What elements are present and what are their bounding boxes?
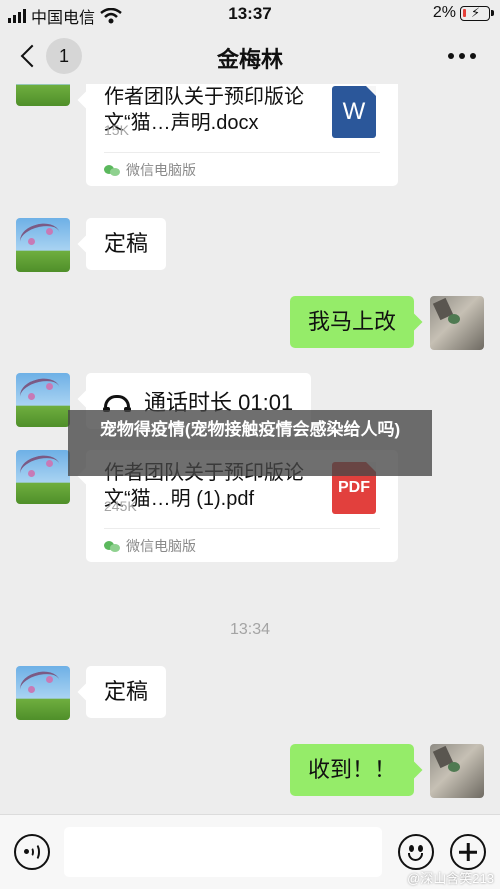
- phone-icon: [103, 395, 131, 412]
- file-source: 微信电脑版: [104, 160, 196, 180]
- text-message[interactable]: 定稿: [86, 218, 167, 270]
- status-bar: 中国电信 13:37 2% ⚡: [0, 0, 500, 28]
- contact-avatar[interactable]: [16, 450, 70, 504]
- wechat-icon: [104, 540, 120, 552]
- chat-title: 金梅林: [216, 47, 283, 72]
- message-input[interactable]: [64, 827, 382, 877]
- text-message[interactable]: 收到！！: [289, 744, 414, 796]
- more-icon[interactable]: [448, 53, 476, 59]
- voice-icon[interactable]: [14, 834, 50, 870]
- contact-avatar[interactable]: [16, 666, 70, 720]
- status-time: 13:37: [228, 4, 272, 23]
- file-size: 245K: [104, 498, 137, 514]
- my-avatar[interactable]: [430, 744, 484, 798]
- nav-bar: 1 金梅林: [0, 28, 500, 84]
- status-right: 2% ⚡: [432, 4, 494, 22]
- message-timestamp: 13:34: [229, 621, 271, 638]
- battery-charging-icon: ⚡: [460, 5, 494, 21]
- text-message[interactable]: 我马上改: [289, 296, 414, 348]
- word-file-icon: W: [332, 86, 376, 138]
- file-size: 15K: [104, 122, 129, 138]
- file-source: 微信电脑版: [104, 536, 196, 556]
- text-message[interactable]: 定稿: [86, 666, 167, 718]
- watermark: @深山含笑213: [407, 871, 494, 886]
- contact-avatar[interactable]: [16, 84, 70, 106]
- battery-percent: 2%: [432, 4, 456, 21]
- file-name: 作者团队关于预印版论文“猫…声明.docx: [104, 86, 304, 134]
- caption-overlay: 宠物得疫情(宠物接触疫情会感染给人吗): [68, 410, 432, 476]
- contact-avatar[interactable]: [16, 373, 70, 427]
- file-source-label: 微信电脑版: [126, 538, 196, 554]
- plus-icon[interactable]: [450, 834, 486, 870]
- wechat-icon: [104, 164, 120, 176]
- emoji-icon[interactable]: [398, 834, 434, 870]
- divider: [104, 528, 380, 529]
- divider: [104, 152, 380, 153]
- file-source-label: 微信电脑版: [126, 162, 196, 178]
- file-message[interactable]: 作者团队关于预印版论文“猫…声明.docx 15K W 微信电脑版: [86, 84, 398, 186]
- my-avatar[interactable]: [430, 296, 484, 350]
- contact-avatar[interactable]: [16, 218, 70, 272]
